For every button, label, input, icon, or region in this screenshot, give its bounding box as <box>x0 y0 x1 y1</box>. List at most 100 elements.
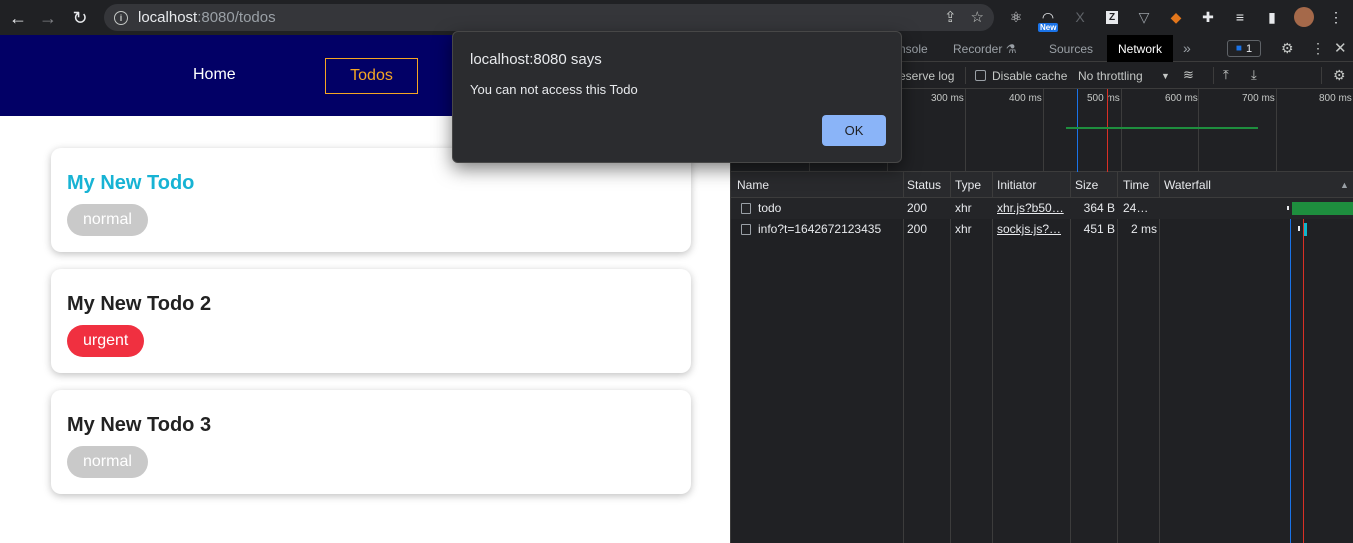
profile-avatar-icon[interactable] <box>1293 6 1315 28</box>
disable-cache-label[interactable]: Disable cache <box>992 69 1067 83</box>
priority-badge: normal <box>67 446 148 478</box>
more-tabs-icon[interactable]: » <box>1183 40 1191 56</box>
nav-link-home[interactable]: Home <box>193 66 236 84</box>
site-info-icon[interactable]: i <box>114 10 128 25</box>
network-settings-icon[interactable]: ⚙ <box>1333 67 1346 84</box>
issues-count: 1 <box>1245 42 1253 55</box>
load-event-marker <box>1303 198 1304 543</box>
request-status: 200 <box>907 201 928 215</box>
column-name[interactable]: Name <box>737 178 769 192</box>
puzzle-extensions-icon[interactable]: ✚ <box>1197 6 1219 28</box>
divider <box>992 172 993 198</box>
table-row[interactable]: todo 200 xhr xhr.js?b50… 364 B 24… <box>731 198 1353 219</box>
grid-line <box>1198 89 1199 172</box>
export-har-icon[interactable]: ⤓ <box>1251 67 1257 83</box>
dialog-title: localhost:8080 says <box>470 51 602 68</box>
devtools-menu-icon[interactable]: ⋮ <box>1311 40 1325 57</box>
waterfall-queue-mark <box>1287 206 1289 210</box>
tick-label: 400 ms <box>1009 93 1042 104</box>
metamask-icon[interactable]: ◆ <box>1165 6 1187 28</box>
back-icon[interactable]: ← <box>2 2 34 34</box>
side-panel-icon[interactable]: ▮ <box>1261 6 1283 28</box>
todo-card[interactable]: My New Todo 3 normal <box>51 390 691 494</box>
divider <box>1321 67 1322 84</box>
request-time: 24… <box>1123 201 1149 215</box>
request-initiator[interactable]: xhr.js?b50… <box>997 201 1067 215</box>
tick-label: 800 ms <box>1319 93 1352 104</box>
tick-label: 700 ms <box>1242 93 1275 104</box>
tab-recorder[interactable]: Recorder ⚗ <box>953 42 1016 56</box>
column-initiator[interactable]: Initiator <box>997 178 1036 192</box>
load-event-marker <box>1107 89 1108 172</box>
rainbow-extension-icon[interactable]: ◠ New <box>1037 6 1059 32</box>
request-type: xhr <box>955 222 972 236</box>
tab-sources[interactable]: Sources <box>1049 42 1093 56</box>
todo-title[interactable]: My New Todo 2 <box>67 293 211 316</box>
address-bar[interactable]: i localhost:8080/todos ⇪ ☆ <box>104 4 994 31</box>
column-type[interactable]: Type <box>955 178 981 192</box>
tick-label: 300 ms <box>931 93 964 104</box>
todo-card[interactable]: My New Todo normal <box>51 148 691 252</box>
dom-content-loaded-marker <box>1077 89 1078 172</box>
request-status: 200 <box>907 222 928 236</box>
media-control-icon[interactable]: ≡ <box>1229 6 1251 28</box>
z-extension-icon[interactable]: Z <box>1101 6 1123 28</box>
nav-link-todos[interactable]: Todos <box>325 58 418 94</box>
request-initiator[interactable]: sockjs.js?… <box>997 222 1067 236</box>
url-path: :8080/todos <box>197 9 276 26</box>
waterfall-queue-mark <box>1298 226 1300 231</box>
tick-label: 500 ms <box>1087 93 1120 104</box>
waterfall-bar <box>1304 223 1307 236</box>
bookmark-star-icon[interactable]: ☆ <box>971 8 984 26</box>
divider <box>1117 172 1118 198</box>
table-row[interactable]: info?t=1642672123435 200 xhr sockjs.js?…… <box>731 219 1353 240</box>
vue-devtools-icon[interactable]: ▽ <box>1133 6 1155 28</box>
column-waterfall[interactable]: Waterfall <box>1164 178 1211 192</box>
ok-button[interactable]: OK <box>822 115 886 146</box>
issues-counter[interactable]: ■ 1 <box>1227 40 1261 57</box>
alert-dialog: localhost:8080 says You can not access t… <box>452 31 902 163</box>
wifi-conditions-icon[interactable]: ≋ <box>1183 67 1194 83</box>
grid-line <box>965 89 966 172</box>
divider <box>1213 67 1214 84</box>
tab-network[interactable]: Network <box>1107 35 1174 62</box>
throttling-select[interactable]: No throttling <box>1078 69 1143 83</box>
request-icon <box>741 224 751 235</box>
tab-console[interactable]: nsole <box>899 42 928 56</box>
import-har-icon[interactable]: ⤒ <box>1223 67 1229 83</box>
x-extension-icon[interactable]: X <box>1069 6 1091 28</box>
share-icon[interactable]: ⇪ <box>944 8 957 26</box>
close-devtools-icon[interactable]: ✕ <box>1334 39 1347 57</box>
column-size[interactable]: Size <box>1075 178 1098 192</box>
request-time: 2 ms <box>1130 222 1157 236</box>
flask-icon: ⚗ <box>1005 42 1017 56</box>
divider <box>1159 198 1160 543</box>
more-menu-icon[interactable]: ⋮ <box>1325 6 1347 28</box>
tick-label: 600 ms <box>1165 93 1198 104</box>
divider <box>992 198 993 543</box>
network-table-body: todo 200 xhr xhr.js?b50… 364 B 24… info?… <box>731 198 1353 543</box>
column-time[interactable]: Time <box>1123 178 1149 192</box>
grid-line <box>1121 89 1122 172</box>
reload-icon[interactable]: ↻ <box>64 2 96 34</box>
todo-title[interactable]: My New Todo <box>67 172 194 195</box>
sort-ascending-icon: ▲ <box>1340 180 1349 190</box>
react-devtools-icon[interactable]: ⚛ <box>1005 6 1027 28</box>
request-size: 451 B <box>1083 222 1115 236</box>
request-name[interactable]: info?t=1642672123435 <box>758 222 898 236</box>
new-badge: New <box>1038 23 1059 32</box>
forward-icon[interactable]: → <box>32 2 64 34</box>
preserve-log-label[interactable]: eserve log <box>899 69 954 83</box>
todo-title[interactable]: My New Todo 3 <box>67 414 211 437</box>
request-name[interactable]: todo <box>758 201 898 215</box>
disable-cache-checkbox[interactable] <box>975 70 986 81</box>
waterfall-bar <box>1292 202 1353 215</box>
todo-card[interactable]: My New Todo 2 urgent <box>51 269 691 373</box>
grid-line <box>1043 89 1044 172</box>
chevron-down-icon[interactable]: ▼ <box>1161 71 1170 81</box>
settings-gear-icon[interactable]: ⚙ <box>1281 40 1294 57</box>
tab-recorder-label: Recorder <box>953 42 1003 56</box>
priority-badge: normal <box>67 204 148 236</box>
grid-line <box>1276 89 1277 172</box>
column-status[interactable]: Status <box>907 178 941 192</box>
